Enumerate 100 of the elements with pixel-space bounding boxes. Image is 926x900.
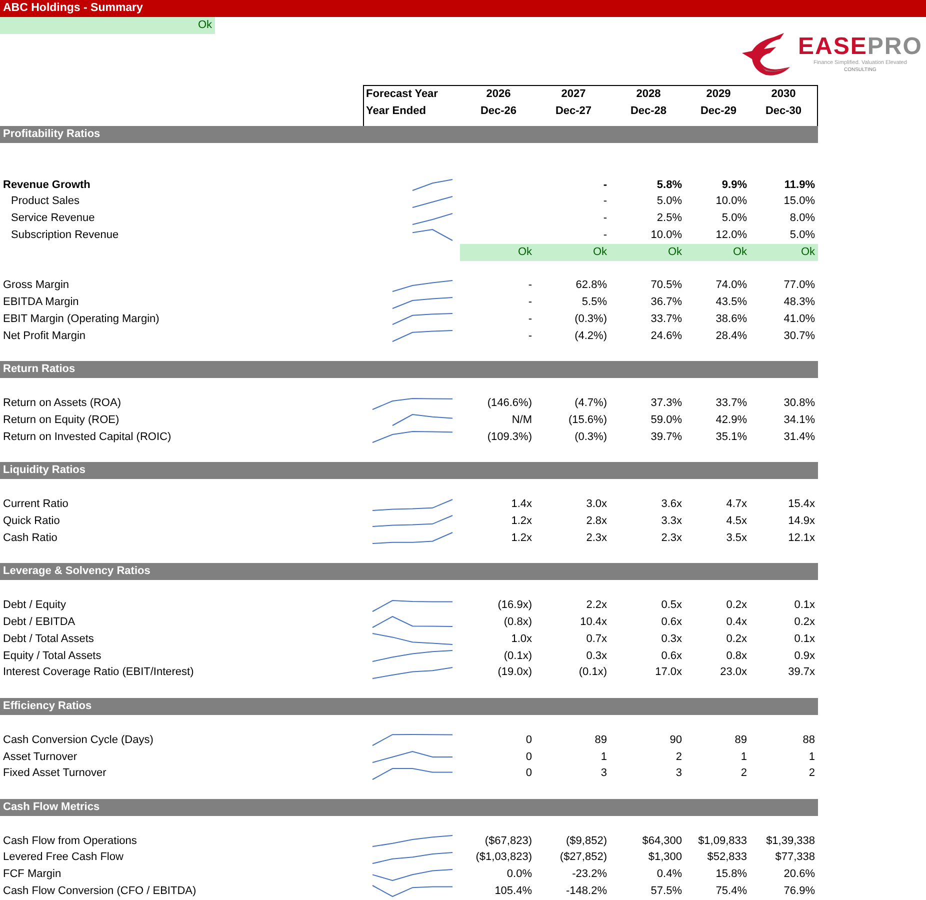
table-cell-text: (15.6%) <box>567 412 608 428</box>
table-cell-text: (0.3%) <box>574 430 608 445</box>
table-cell-text: 0.7x <box>585 632 608 647</box>
table-cell-text: 3 <box>674 766 683 782</box>
table-cell-text: 75.4% <box>714 884 748 900</box>
table-cell-text: 30.8% <box>782 396 816 412</box>
sparkline <box>392 414 453 426</box>
table-cell-text: 0.4x <box>725 614 748 630</box>
section-header: Liquidity Ratios <box>0 462 818 480</box>
table-cell-text: 5.0% <box>720 211 748 226</box>
table-cell-text: - <box>602 194 608 210</box>
table-cell-text: 89 <box>594 732 608 748</box>
sparkline <box>392 330 453 342</box>
column-header: Dec-27 <box>554 104 593 119</box>
table-cell-text: (0.3%) <box>574 312 608 327</box>
sparkline <box>412 196 453 208</box>
table-cell-text: 1 <box>740 750 748 764</box>
table-cell-text: (4.7%) <box>574 396 608 412</box>
column-header: 2028 <box>635 87 662 102</box>
table-cell-text: (109.3%) <box>486 430 533 445</box>
table-cell-text: $1,39,338 <box>765 834 816 849</box>
column-header: Dec-26 <box>479 104 518 119</box>
table-cell-text: $1,300 <box>647 850 683 866</box>
table-cell-text: 1 <box>600 750 608 764</box>
row-label: Current Ratio <box>2 497 70 512</box>
table-cell-text: 42.9% <box>714 412 748 428</box>
table-cell-text: 48.3% <box>782 295 816 310</box>
table-cell-text: - <box>527 312 533 327</box>
table-cell-text: 1.2x <box>510 514 533 529</box>
table-cell-text: (146.6%) <box>486 396 533 412</box>
table-cell-text: 3.5x <box>725 530 748 546</box>
table-cell-text: $52,833 <box>706 850 748 866</box>
column-header: Dec-29 <box>699 104 738 119</box>
check-cell: Ok <box>610 244 685 261</box>
table-cell-text: 2.2x <box>585 598 608 614</box>
column-header: 2027 <box>560 87 587 102</box>
column-header: Dec-30 <box>764 104 803 119</box>
table-cell-text: - <box>602 228 608 243</box>
table-cell-text: 2.8x <box>585 514 608 529</box>
table-cell-text: - <box>527 328 533 344</box>
row-label: Quick Ratio <box>2 514 61 529</box>
row-label: Debt / Equity <box>2 598 67 614</box>
table-cell-text: (19.0x) <box>496 665 533 680</box>
row-label: EBIT Margin (Operating Margin) <box>2 312 160 327</box>
table-cell-text: -23.2% <box>571 867 608 882</box>
row-label: Revenue Growth <box>2 178 92 193</box>
table-cell-text: 0.2x <box>725 632 748 647</box>
table-cell-text: - <box>602 211 608 226</box>
table-cell-text: 0.4% <box>656 867 683 882</box>
table-cell-text: ($67,823) <box>484 834 533 849</box>
section-header: Efficiency Ratios <box>0 698 818 715</box>
table-cell-text: 2.5% <box>656 211 683 226</box>
row-label: Return on Assets (ROA) <box>2 396 122 412</box>
brand-name: EASEPRO <box>798 34 922 60</box>
sparkline <box>412 212 453 225</box>
section-header: Cash Flow Metrics <box>0 798 818 816</box>
table-cell-text: 37.3% <box>650 396 683 412</box>
table-cell-text: 0.1x <box>793 598 816 614</box>
row-label: Fixed Asset Turnover <box>2 766 108 782</box>
sheet-title: ABC Holdings - Summary <box>0 0 926 17</box>
header-label: Year Ended <box>365 104 427 119</box>
table-cell-text: 0.8x <box>725 648 748 664</box>
table-cell-text: 36.7% <box>650 295 683 310</box>
table-cell-text: 0.6x <box>660 614 683 630</box>
table-cell-text: 76.9% <box>782 884 816 900</box>
table-cell-text: 1.0x <box>510 632 533 647</box>
table-cell-text: 5.5% <box>580 295 608 310</box>
table-cell-text: 15.4x <box>787 497 816 512</box>
table-cell-text: 24.6% <box>650 328 683 344</box>
status-cell: Ok <box>0 17 215 34</box>
table-cell-text: $77,338 <box>774 850 816 866</box>
table-cell-text: 33.7% <box>650 312 683 327</box>
section-header: Profitability Ratios <box>0 126 818 143</box>
sparkline <box>392 280 453 292</box>
table-cell-text: 15.8% <box>714 867 748 882</box>
row-label: Cash Ratio <box>2 530 58 546</box>
table-cell-text: 8.0% <box>788 211 816 226</box>
table-cell-text: 88 <box>802 732 816 748</box>
table-cell-text: 33.7% <box>714 396 748 412</box>
table-cell-text: 1 <box>808 750 816 764</box>
header-label: Forecast Year <box>365 87 439 102</box>
table-cell-text: 4.7x <box>725 497 748 512</box>
table-cell-text: (0.1x) <box>502 648 533 664</box>
table-cell-text: - <box>527 278 533 294</box>
table-cell-text: 43.5% <box>714 295 748 310</box>
table-cell-text: 31.4% <box>782 430 816 445</box>
table-cell-text: 3.6x <box>660 497 683 512</box>
table-cell-text: 35.1% <box>714 430 748 445</box>
table-cell-text: 15.0% <box>782 194 816 210</box>
row-label: Return on Invested Capital (ROIC) <box>2 430 172 445</box>
table-cell-text: 5.0% <box>656 194 683 210</box>
check-cell: Ok <box>460 244 535 261</box>
table-cell-text: 0.3x <box>585 648 608 664</box>
section-header: Return Ratios <box>0 361 818 378</box>
table-cell-text: ($27,852) <box>558 850 608 866</box>
row-label: Cash Conversion Cycle (Days) <box>2 732 154 748</box>
table-cell-text: 0.9x <box>793 648 816 664</box>
table-cell-text: 23.0x <box>719 665 748 680</box>
row-label: Cash Flow Conversion (CFO / EBITDA) <box>2 884 198 900</box>
table-cell-text: $1,09,833 <box>697 834 748 849</box>
